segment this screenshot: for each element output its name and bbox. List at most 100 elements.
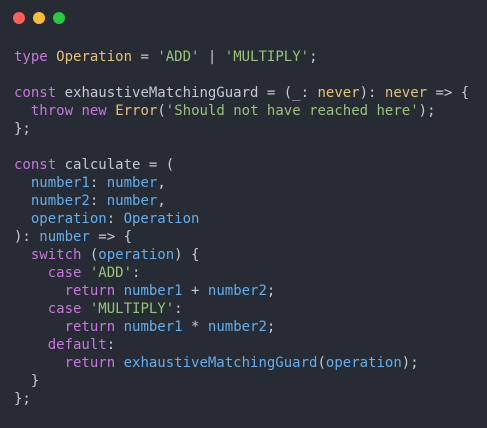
code-text: }; <box>14 391 31 407</box>
code-block: type Operation = 'ADD' | 'MULTIPLY'; con… <box>14 48 469 408</box>
code-identifier: number1 <box>123 319 183 335</box>
code-line: const calculate = ( <box>14 156 469 174</box>
code-text: : <box>106 211 124 227</box>
code-text: _ <box>292 85 301 101</box>
code-text: ); <box>401 355 419 371</box>
code-string: 'MULTIPLY' <box>224 49 310 65</box>
code-identifier: exhaustiveMatchingGuard <box>123 355 318 371</box>
code-text: , <box>157 193 166 209</box>
code-line: number2: number, <box>14 192 469 210</box>
code-keyword: const <box>14 85 57 101</box>
code-identifier: number2 <box>207 319 267 335</box>
code-text: ; <box>266 319 276 335</box>
code-text: | <box>199 49 225 65</box>
code-identifier: number2 <box>207 283 267 299</box>
code-text: calculate = ( <box>56 157 175 173</box>
code-text: ; <box>309 49 318 65</box>
code-keyword: return <box>64 319 116 335</box>
code-type: never <box>384 85 428 101</box>
code-identifier: Operation <box>123 211 200 227</box>
code-keyword: new <box>81 103 107 119</box>
code-identifier: number <box>39 229 90 245</box>
code-type: never <box>317 85 360 101</box>
code-identifier: number2 <box>30 193 90 209</box>
code-keyword: type <box>14 49 48 65</box>
code-keyword: throw <box>30 103 74 119</box>
code-line: switch (operation) { <box>14 246 469 264</box>
code-text: ): <box>14 229 40 245</box>
code-text: = <box>132 49 158 65</box>
minimize-window-dot[interactable] <box>33 12 45 24</box>
code-text: : <box>174 301 183 317</box>
code-identifier: operation <box>98 247 175 263</box>
code-line: case 'ADD': <box>14 264 469 282</box>
code-identifier: number <box>106 193 158 209</box>
code-type: Operation <box>56 49 133 65</box>
code-text: => { <box>427 85 470 101</box>
code-text: + <box>182 283 208 299</box>
code-keyword: const <box>14 157 57 173</box>
code-identifier: number <box>106 175 158 191</box>
close-window-dot[interactable] <box>13 12 25 24</box>
code-text: , <box>157 175 166 191</box>
code-line: return exhaustiveMatchingGuard(operation… <box>14 354 469 372</box>
code-line: ): number => { <box>14 228 469 246</box>
zoom-window-dot[interactable] <box>53 12 65 24</box>
code-text: } <box>14 373 40 389</box>
code-text: : <box>89 193 107 209</box>
code-text: : <box>300 85 318 101</box>
code-string: 'ADD' <box>157 49 200 65</box>
code-identifier: operation <box>325 355 402 371</box>
code-identifier: number1 <box>123 283 183 299</box>
code-keyword: return <box>64 355 116 371</box>
code-line: number1: number, <box>14 174 469 192</box>
code-line: default: <box>14 336 469 354</box>
code-keyword: return <box>64 283 116 299</box>
code-text: ): <box>359 85 385 101</box>
code-text: ( <box>81 247 99 263</box>
code-line: const exhaustiveMatchingGuard = (_: neve… <box>14 84 469 102</box>
code-line: }; <box>14 120 469 138</box>
code-text: ; <box>266 283 276 299</box>
code-line: } <box>14 372 469 390</box>
code-string: 'Should not have reached here' <box>165 103 419 119</box>
code-line: type Operation = 'ADD' | 'MULTIPLY'; <box>14 48 469 66</box>
code-text: : <box>89 175 107 191</box>
code-text: : <box>132 265 141 281</box>
code-text: * <box>182 319 208 335</box>
code-text: }; <box>14 121 31 137</box>
code-type: Error <box>115 103 158 119</box>
code-line: }; <box>14 390 469 408</box>
code-keyword: case <box>47 265 82 281</box>
code-line: throw new Error('Should not have reached… <box>14 102 469 120</box>
code-text: ( <box>157 103 166 119</box>
code-text: ) { <box>174 247 200 263</box>
window-titlebar <box>0 0 487 34</box>
code-keyword: switch <box>30 247 82 263</box>
code-line: case 'MULTIPLY': <box>14 300 469 318</box>
code-line: return number1 * number2; <box>14 318 469 336</box>
code-text: => { <box>89 229 133 245</box>
code-string: 'ADD' <box>89 265 133 281</box>
code-window: type Operation = 'ADD' | 'MULTIPLY'; con… <box>0 0 487 428</box>
code-text: : <box>106 337 116 353</box>
